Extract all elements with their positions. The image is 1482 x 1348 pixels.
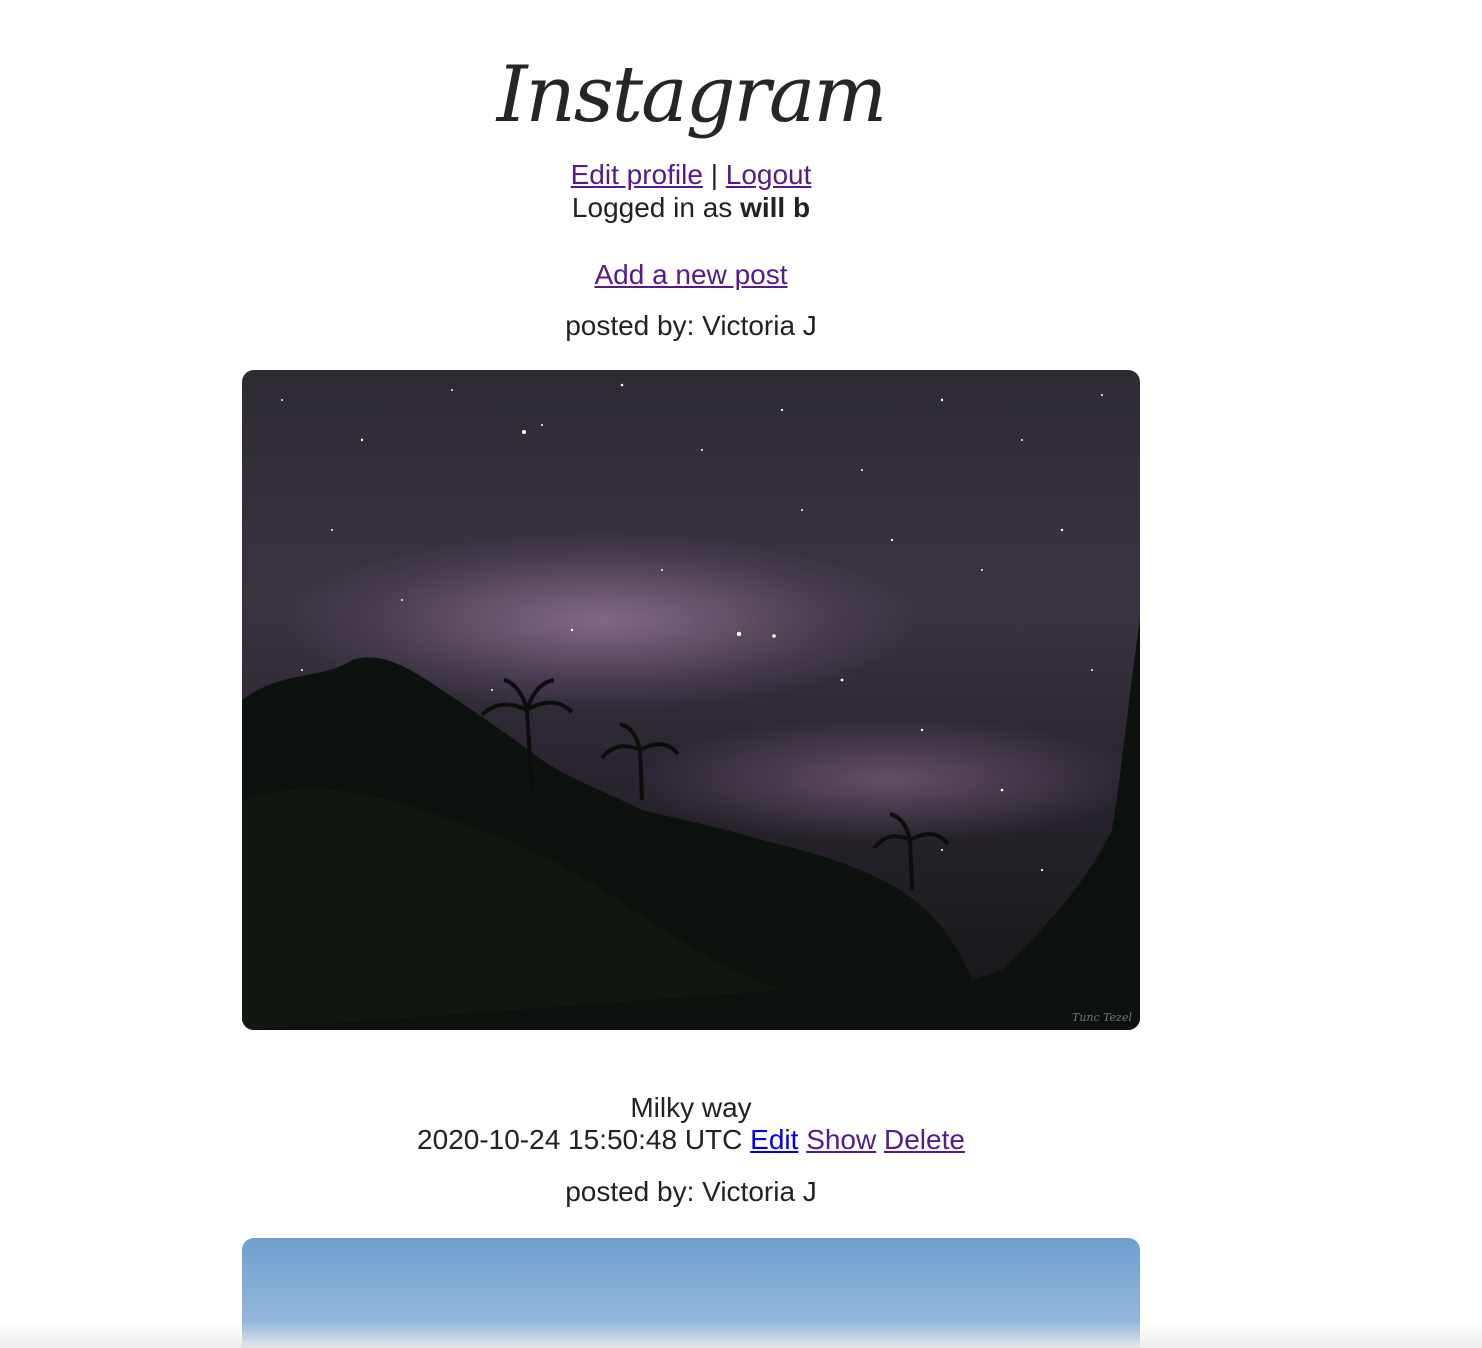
instagram-logo[interactable]: Instagram xyxy=(0,40,1382,150)
edit-profile-link[interactable]: Edit profile xyxy=(571,159,703,190)
post-author: posted by: Victoria J xyxy=(565,1176,817,1207)
edit-post-link[interactable]: Edit xyxy=(750,1124,798,1155)
page: Instagram Edit profile | Logout Logged i… xyxy=(0,0,1482,1348)
logged-in-label: Logged in as xyxy=(571,192,733,223)
add-new-post-link[interactable]: Add a new post xyxy=(594,259,787,290)
logout-link[interactable]: Logout xyxy=(726,159,812,190)
delete-post-link[interactable]: Delete xyxy=(884,1124,965,1155)
nav-separator: | xyxy=(710,159,718,190)
add-post-line: Add a new post xyxy=(0,258,1382,292)
post-author: posted by: Victoria J xyxy=(565,310,817,341)
post-caption: Milky way xyxy=(630,1092,752,1123)
logged-in-status: Logged in as will b xyxy=(0,191,1382,225)
show-post-link[interactable]: Show xyxy=(806,1124,876,1155)
account-nav: Edit profile | Logout xyxy=(0,158,1382,192)
milky-way-scene xyxy=(242,383,1140,1030)
username: will b xyxy=(740,192,811,223)
post-timestamp: 2020-10-24 15:50:48 UTC xyxy=(417,1124,743,1155)
viewport-bottom-fade xyxy=(0,1322,1482,1348)
milky-way-photo: Tunc Tezel xyxy=(242,370,1140,1030)
post-meta: 2020-10-24 15:50:48 UTC Edit Show Delete xyxy=(0,1123,1382,1157)
image-credit: Tunc Tezel xyxy=(1072,1011,1132,1024)
